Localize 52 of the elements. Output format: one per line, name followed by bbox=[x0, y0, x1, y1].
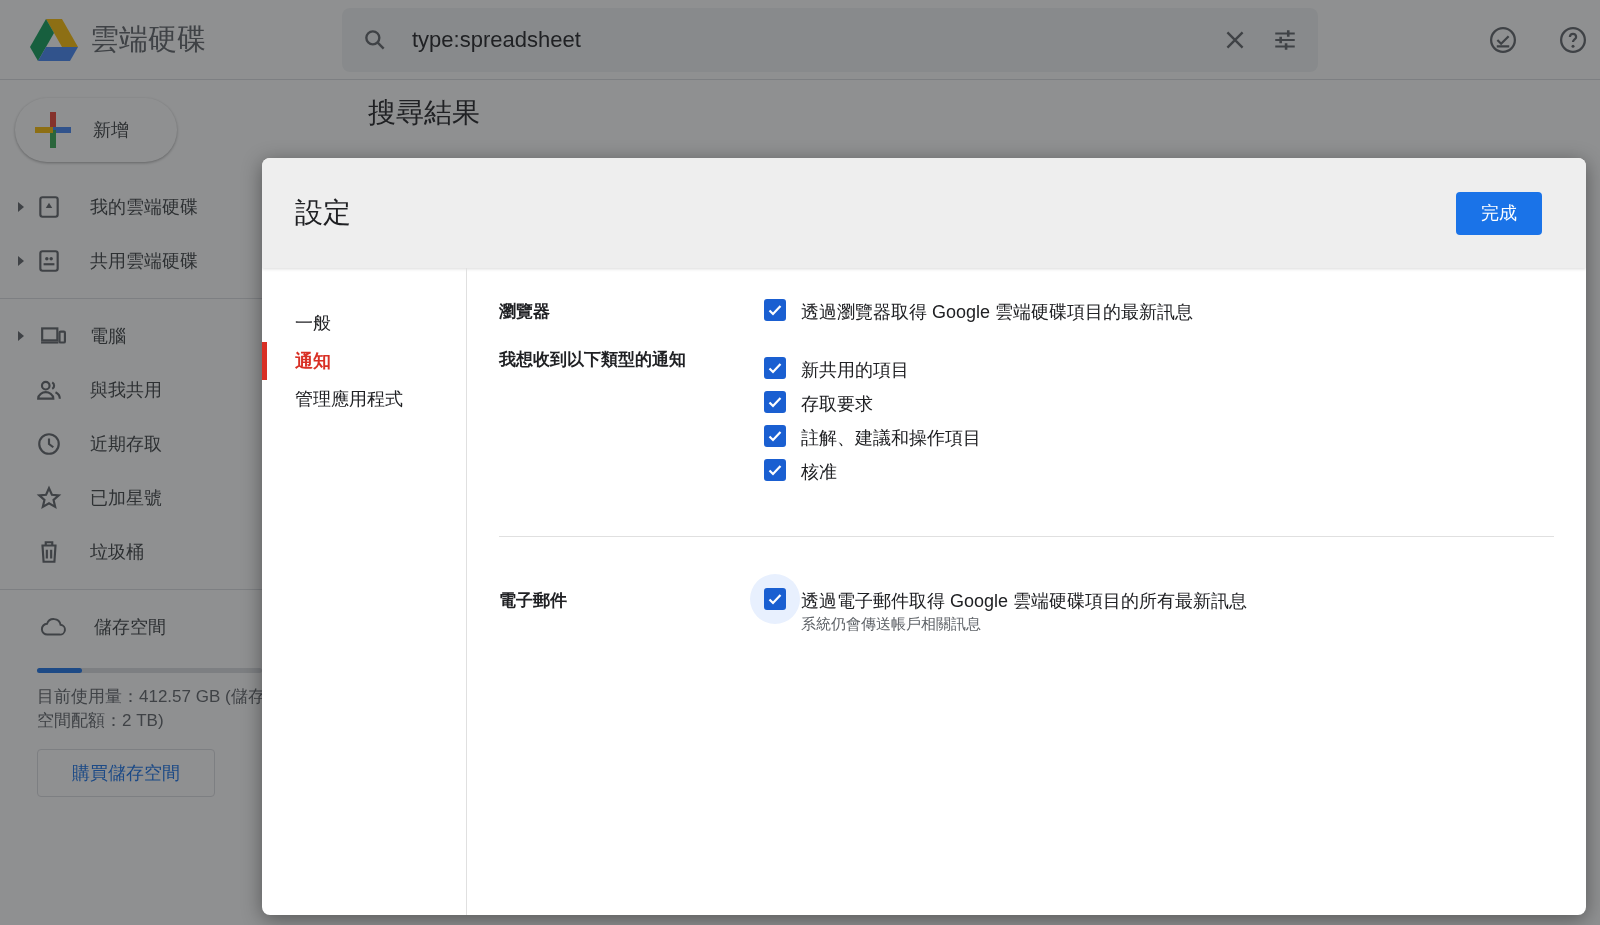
checkbox[interactable] bbox=[764, 588, 786, 610]
caret-icon bbox=[16, 254, 26, 268]
option-label: 新共用的項目 bbox=[801, 359, 909, 382]
option-label: 透過瀏覽器取得 Google 雲端硬碟項目的最新訊息 bbox=[801, 301, 1194, 324]
checkbox[interactable] bbox=[764, 357, 786, 379]
option-label: 存取要求 bbox=[801, 393, 873, 416]
option-label: 透過電子郵件取得 Google 雲端硬碟項目的所有最新訊息 bbox=[801, 590, 1248, 613]
option-note: 系統仍會傳送帳戶相關訊息 bbox=[801, 615, 982, 634]
settings-tab[interactable]: 通知 bbox=[295, 349, 331, 373]
drive-logo-icon bbox=[30, 18, 78, 61]
section-label: 電子郵件 bbox=[499, 591, 567, 610]
plus-icon bbox=[35, 112, 71, 148]
option-label: 註解、建議和操作項目 bbox=[801, 427, 981, 450]
clock-icon bbox=[36, 431, 62, 457]
caret-icon bbox=[16, 329, 26, 343]
shared-drive-icon bbox=[36, 248, 62, 274]
checkmark-icon bbox=[767, 591, 783, 607]
checkmark-icon bbox=[767, 394, 783, 410]
settings-tab[interactable]: 管理應用程式 bbox=[295, 387, 403, 411]
sidebar-item[interactable]: 已加星號 bbox=[0, 471, 262, 525]
checkbox[interactable] bbox=[764, 391, 786, 413]
app-name: 雲端硬碟 bbox=[90, 21, 207, 57]
checkmark-icon bbox=[767, 428, 783, 444]
storage-item[interactable]: 儲存空間 bbox=[0, 600, 262, 654]
section-label: 瀏覽器 bbox=[499, 302, 550, 321]
option-label: 核准 bbox=[801, 461, 837, 484]
storage-usage-text: 目前使用量：412.57 GB (儲存 空間配額：2 TB) bbox=[37, 686, 262, 732]
done-button[interactable]: 完成 bbox=[1456, 191, 1542, 235]
sidebar-item[interactable]: 電腦 bbox=[0, 309, 262, 363]
sidebar-item[interactable]: 共用雲端硬碟 bbox=[0, 234, 262, 288]
caret-icon bbox=[16, 200, 26, 214]
sidebar-item[interactable]: 垃圾桶 bbox=[0, 525, 262, 579]
help-icon bbox=[1558, 24, 1588, 55]
sidebar-item[interactable]: 與我共用 bbox=[0, 363, 262, 417]
buy-storage-button[interactable]: 購買儲存空間 bbox=[37, 749, 215, 797]
checkbox[interactable] bbox=[764, 459, 786, 481]
dialog-title: 設定 bbox=[295, 196, 351, 230]
check-circle-icon bbox=[1488, 24, 1518, 55]
settings-tab[interactable]: 一般 bbox=[295, 311, 331, 335]
sidebar-item[interactable]: 我的雲端硬碟 bbox=[0, 180, 262, 234]
drive-icon bbox=[36, 194, 62, 220]
new-button[interactable]: 新增 bbox=[15, 98, 177, 162]
checkmark-icon bbox=[767, 462, 783, 478]
page-title: 搜尋結果 bbox=[368, 96, 481, 130]
sidebar-item[interactable]: 近期存取 bbox=[0, 417, 262, 471]
checkmark-icon bbox=[767, 302, 783, 318]
star-icon bbox=[36, 485, 62, 511]
section-label: 我想收到以下類型的通知 bbox=[499, 350, 686, 369]
checkbox[interactable] bbox=[764, 299, 786, 321]
checkbox[interactable] bbox=[764, 425, 786, 447]
checkmark-icon bbox=[767, 360, 783, 376]
search-field[interactable]: type:spreadsheet bbox=[342, 7, 1318, 72]
